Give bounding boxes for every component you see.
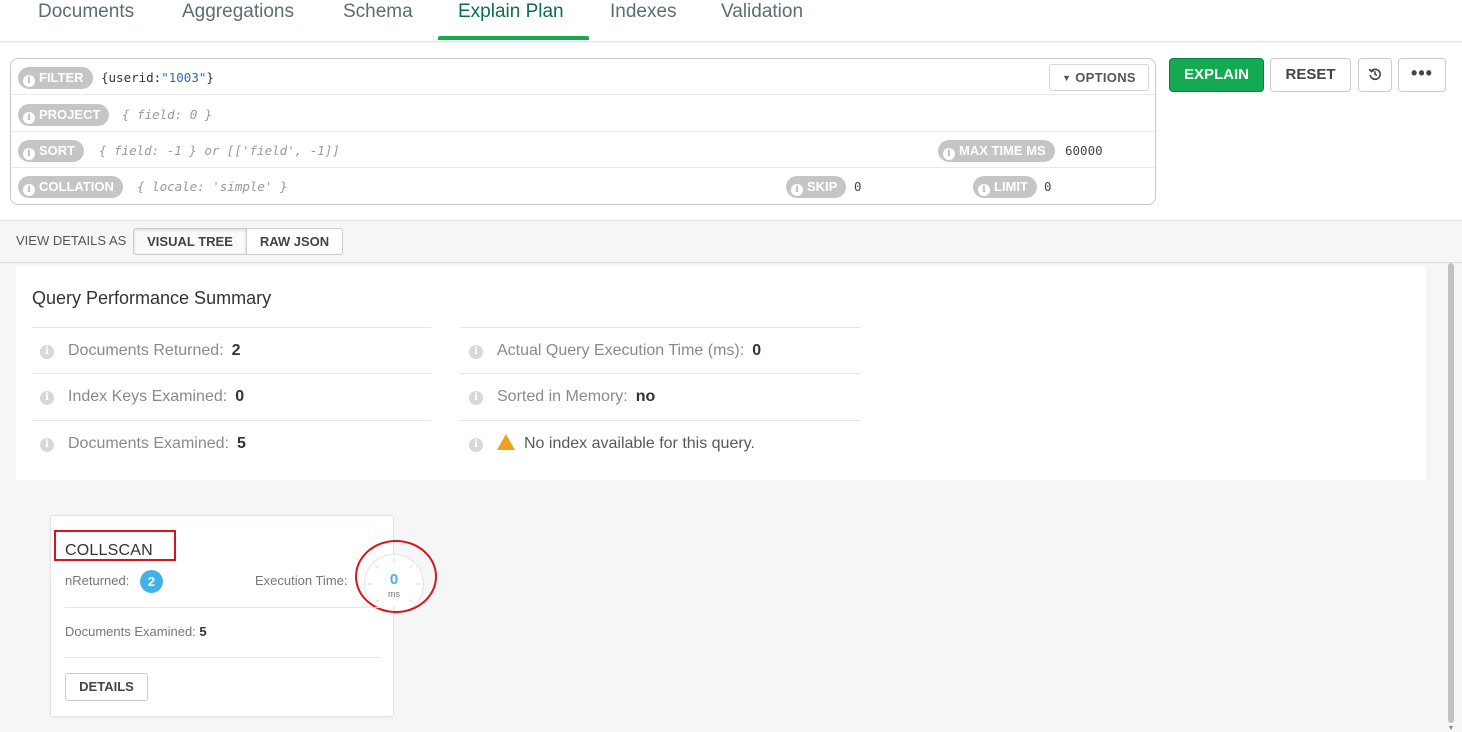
info-icon: i [791, 184, 803, 196]
warning-icon: ! [497, 434, 515, 466]
collation-row: i COLLATION { locale: 'simple' } i SKIP 0 … [11, 168, 1155, 204]
tab-documents[interactable]: Documents [38, 0, 134, 42]
project-input[interactable]: { field: 0 } [122, 104, 212, 126]
explain-button[interactable]: EXPLAIN [1169, 58, 1264, 92]
tab-validation[interactable]: Validation [721, 0, 803, 42]
limit-input[interactable]: 0 [1044, 176, 1052, 198]
info-icon: i [40, 391, 54, 405]
tab-schema[interactable]: Schema [343, 0, 413, 42]
annotation-circle [355, 540, 437, 613]
skip-pill: i SKIP [786, 176, 847, 198]
stage-card: COLLSCAN nReturned: 2 Execution Time: 0 … [50, 515, 437, 717]
collation-pill: i COLLATION [18, 176, 123, 198]
visual-tree-button[interactable]: VISUAL TREE [133, 228, 247, 255]
scrollbar-thumb[interactable] [1448, 263, 1454, 723]
filter-pill: i FILTER [18, 67, 93, 89]
execution-time-label: Execution Time: [255, 573, 348, 588]
caret-down-icon: ▼ [1062, 73, 1072, 83]
filter-row: i FILTER {userid:"1003"} ▼ OPTIONS [11, 59, 1155, 95]
query-performance-summary: Query Performance Summary i Documents Ret… [16, 266, 1426, 480]
view-details-bar: VIEW DETAILS AS VISUAL TREE RAW JSON [0, 221, 1462, 263]
info-icon: i [40, 345, 54, 359]
summary-title: Query Performance Summary [32, 288, 272, 308]
info-icon: i [23, 75, 35, 87]
info-icon: i [23, 148, 35, 160]
options-button[interactable]: ▼ OPTIONS [1049, 64, 1149, 91]
scroll-down-arrow-icon[interactable]: ▼ [1447, 725, 1455, 732]
skip-input[interactable]: 0 [854, 176, 862, 198]
details-button[interactable]: DETAILS [65, 673, 148, 701]
stage-name: COLLSCAN [65, 542, 153, 559]
vertical-scrollbar[interactable] [1446, 263, 1456, 725]
history-icon [1368, 68, 1381, 81]
sort-pill: i SORT [18, 140, 85, 162]
tab-bar: Documents Aggregations Schema Explain Pl… [0, 0, 1462, 42]
query-options-box: i FILTER {userid:"1003"} ▼ OPTIONS i PROJE… [10, 58, 1156, 205]
view-details-label: VIEW DETAILS AS [16, 233, 127, 248]
summary-row-documents-returned: i Documents Returned: 2 [32, 327, 431, 374]
summary-row-index-keys-examined: i Index Keys Examined: 0 [32, 373, 431, 420]
summary-row-execution-time: i Actual Query Execution Time (ms): 0 [461, 327, 861, 374]
history-button[interactable] [1358, 58, 1392, 92]
query-bar: i FILTER {userid:"1003"} ▼ OPTIONS i PROJE… [0, 43, 1462, 221]
info-icon: i [469, 345, 483, 359]
collation-input[interactable]: { locale: 'simple' } [137, 176, 288, 198]
max-time-pill: i MAX TIME MS [938, 140, 1055, 162]
info-icon: i [469, 391, 483, 405]
limit-pill: i LIMIT [973, 176, 1037, 198]
summary-row-documents-examined: i Documents Examined: 5 [32, 420, 431, 467]
filter-input[interactable]: {userid:"1003"} [101, 67, 214, 89]
divider [65, 607, 381, 608]
divider [65, 657, 381, 658]
active-tab-indicator [438, 36, 589, 40]
documents-examined: Documents Examined: 5 [65, 624, 207, 639]
info-icon: i [23, 184, 35, 196]
info-icon: i [23, 112, 35, 124]
tab-aggregations[interactable]: Aggregations [182, 0, 294, 42]
project-pill: i PROJECT [18, 104, 110, 126]
reset-button[interactable]: RESET [1270, 58, 1351, 92]
max-time-input[interactable]: 60000 [1065, 140, 1103, 162]
more-options-button[interactable]: ••• [1398, 58, 1446, 92]
project-row: i PROJECT { field: 0 } [11, 96, 1155, 132]
n-returned-label: nReturned: [65, 573, 130, 588]
sort-input[interactable]: { field: -1 } or [['field', -1]] [99, 140, 340, 162]
summary-row-sorted-in-memory: i Sorted in Memory: no [461, 373, 861, 420]
n-returned-badge: 2 [140, 570, 163, 593]
info-icon: i [40, 438, 54, 452]
tab-indexes[interactable]: Indexes [610, 0, 677, 42]
info-icon: i [943, 148, 955, 160]
info-icon: i [978, 184, 990, 196]
info-icon: i [469, 438, 483, 452]
summary-row-index-warning: i! No index available for this query. [461, 420, 861, 467]
raw-json-button[interactable]: RAW JSON [247, 228, 343, 255]
sort-row: i SORT { field: -1 } or [['field', -1]] i… [11, 132, 1155, 168]
